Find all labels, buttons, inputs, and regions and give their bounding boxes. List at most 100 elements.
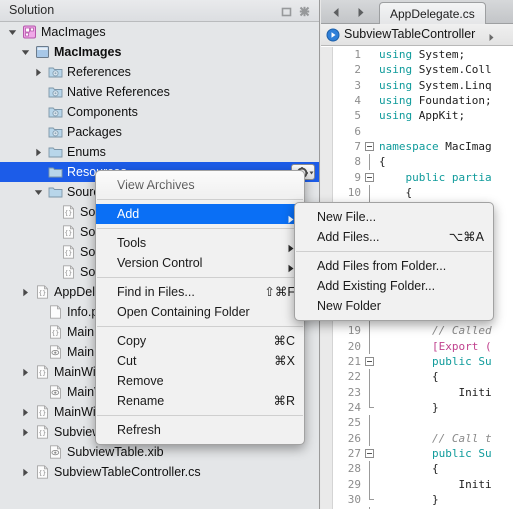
fold-toggle-icon[interactable] — [365, 356, 374, 366]
twisty-right-icon[interactable] — [19, 402, 31, 422]
breadcrumb-class-label[interactable]: SubviewTableController — [344, 27, 475, 41]
twisty-down-icon[interactable] — [19, 42, 31, 62]
editor-tab-bar: AppDelegate.cs — [321, 0, 513, 25]
line-number: 28 — [347, 462, 361, 476]
menu-item[interactable]: Remove — [96, 371, 304, 391]
tree-row[interactable]: SubviewTable.xib — [0, 442, 319, 462]
twisty-right-icon[interactable] — [19, 422, 31, 442]
svg-text:{}: {} — [64, 249, 72, 257]
menu-item[interactable]: Add Files... ⌥⌘A — [295, 227, 493, 247]
twisty-right-icon[interactable] — [32, 62, 44, 82]
menu-item[interactable]: Cut ⌘X — [96, 351, 304, 371]
svg-text:{}: {} — [38, 409, 46, 417]
twisty-down-icon[interactable] — [6, 22, 18, 42]
tree-row[interactable]: Packages — [0, 122, 319, 142]
code-text: // Called — [431, 324, 492, 338]
tree-row-label: MacImages — [41, 25, 106, 39]
fold-guide — [369, 430, 370, 446]
tree-row[interactable]: Enums — [0, 142, 319, 162]
twisty-right-icon[interactable] — [19, 282, 31, 302]
twisty-right-icon[interactable] — [19, 362, 31, 382]
menu-item[interactable]: Copy ⌘C — [96, 331, 304, 351]
fold-toggle-icon[interactable] — [365, 448, 374, 458]
plain-file-icon — [48, 305, 63, 319]
close-icon[interactable] — [298, 5, 311, 18]
context-menu[interactable]: View Archives Add Tools Version Control F… — [95, 170, 305, 445]
line-number: 10 — [347, 186, 361, 200]
fold-toggle-icon[interactable] — [365, 172, 374, 182]
menu-item[interactable]: View Archives — [96, 175, 304, 195]
fold-guide — [369, 323, 370, 339]
gear-folder-icon — [48, 105, 63, 119]
menu-separator — [97, 277, 303, 278]
code-line: 29 Initi — [321, 476, 513, 492]
tree-row[interactable]: Components — [0, 102, 319, 122]
menu-item[interactable]: Add Existing Folder... — [295, 276, 493, 296]
forward-arrow-icon[interactable] — [354, 6, 367, 19]
tree-row-label: SubviewTableController.cs — [54, 465, 201, 479]
code-text: } — [379, 492, 439, 506]
code-line: 2 using System.Coll — [321, 62, 513, 77]
folder-icon — [48, 145, 63, 159]
menu-item-label: Cut — [117, 354, 137, 368]
tree-row[interactable]: References — [0, 62, 319, 82]
code-line: 7 namespace MacImag — [321, 139, 513, 154]
fold-toggle-icon[interactable] — [365, 142, 374, 152]
code-line: 28 { — [321, 461, 513, 477]
code-text: [Export ( — [431, 339, 492, 353]
twisty-down-icon[interactable] — [32, 182, 44, 202]
menu-separator — [97, 415, 303, 416]
fold-guide — [369, 415, 370, 431]
folder-icon — [48, 165, 63, 179]
menu-item[interactable]: New Folder — [295, 296, 493, 316]
tree-row[interactable]: Native References — [0, 82, 319, 102]
menu-item-label: Add Files from Folder... — [317, 259, 447, 273]
minimize-pad-button[interactable] — [280, 5, 293, 18]
svg-text:{}: {} — [51, 329, 59, 337]
folder-icon — [48, 185, 63, 199]
line-number: 25 — [347, 416, 361, 430]
menu-item-label: Version Control — [117, 256, 203, 270]
menu-item[interactable]: Rename ⌘R — [96, 391, 304, 411]
tree-row-label: SubviewTable.xib — [67, 445, 164, 459]
code-text: namespace MacImag — [379, 140, 492, 154]
menu-separator — [97, 228, 303, 229]
solution-icon — [22, 25, 37, 39]
line-number: 5 — [354, 109, 361, 123]
tree-row[interactable]: {} SubviewTableController.cs — [0, 462, 319, 482]
fold-guide-end — [369, 399, 374, 408]
menu-item-shortcut: ⌥⌘A — [448, 230, 484, 244]
menu-item-label: Copy — [117, 334, 147, 348]
csharp-file-icon: {} — [48, 325, 63, 339]
svg-text:{}: {} — [64, 229, 72, 237]
menu-item-label: Find in Files... — [117, 285, 195, 299]
code-text: } — [379, 400, 439, 414]
csharp-file-icon: {} — [61, 265, 76, 279]
fold-guide — [369, 369, 370, 385]
csharp-file-icon: {} — [35, 465, 50, 479]
twisty-right-icon[interactable] — [32, 142, 44, 162]
menu-item[interactable]: Version Control — [96, 253, 304, 273]
menu-item-label: Tools — [117, 236, 147, 250]
menu-item[interactable]: New File... — [295, 207, 493, 227]
tree-row[interactable]: MacImages — [0, 22, 319, 42]
add-submenu[interactable]: New File... Add Files... ⌥⌘A Add Files from… — [294, 202, 494, 321]
menu-item[interactable]: Refresh — [96, 420, 304, 440]
menu-item[interactable]: Open Containing Folder — [96, 302, 304, 322]
twisty-right-icon[interactable] — [19, 462, 31, 482]
tree-row-label: Packages — [67, 125, 122, 139]
line-number: 2 — [354, 63, 361, 77]
tree-row[interactable]: MacImages — [0, 42, 319, 62]
menu-item[interactable]: Add Files from Folder... — [295, 256, 493, 276]
line-number: 3 — [354, 78, 361, 92]
menu-item[interactable]: Find in Files... ⇧⌘F — [96, 282, 304, 302]
line-number: 23 — [347, 385, 361, 399]
document-tab[interactable]: AppDelegate.cs — [379, 2, 486, 25]
csharp-file-icon: {} — [35, 285, 50, 299]
code-line: 30 } — [321, 491, 513, 507]
csharp-file-icon: {} — [61, 245, 76, 259]
back-arrow-icon[interactable] — [330, 6, 343, 19]
code-line: 21 public Su — [321, 354, 513, 369]
menu-item[interactable]: Tools — [96, 233, 304, 253]
menu-item[interactable]: Add — [96, 204, 304, 224]
